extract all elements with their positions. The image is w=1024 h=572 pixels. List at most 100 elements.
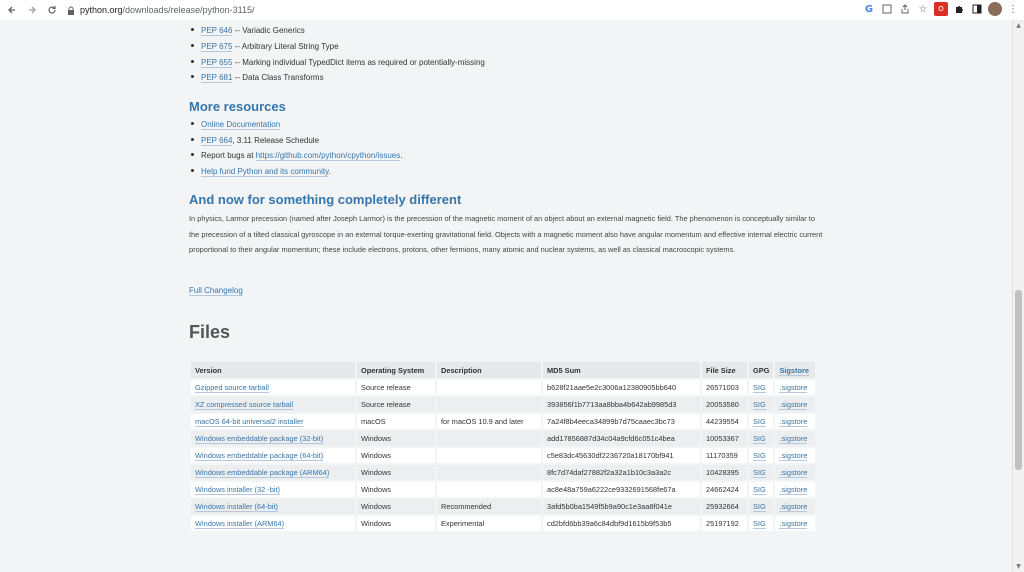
version-cell[interactable]: Gzipped source tarball (191, 380, 355, 395)
gpg-cell[interactable]: SIG (749, 516, 774, 531)
sig-link[interactable]: SIG (753, 434, 766, 444)
sig-link[interactable]: SIG (753, 417, 766, 427)
lock-icon[interactable] (66, 5, 76, 15)
version-link[interactable]: XZ compressed source tarball (195, 400, 294, 410)
version-link[interactable]: Gzipped source tarball (195, 383, 269, 393)
md5-cell: add17856887d34c04a9cfd6c051c4bea (547, 434, 675, 443)
version-link[interactable]: Windows installer (ARM64) (195, 519, 285, 529)
sigstore-link[interactable]: .sigstore (779, 434, 808, 444)
sigstore-cell[interactable]: .sigstore (775, 482, 816, 497)
sigstore-link[interactable]: .sigstore (779, 417, 808, 427)
menu-dots-icon[interactable]: ⋮ (1006, 2, 1020, 16)
version-cell[interactable]: Windows installer (ARM64) (191, 516, 355, 531)
profile-avatar[interactable] (988, 2, 1002, 16)
md5-cell: 8fc7d74daf27882f2a32a1b10c3a3a2c (543, 465, 700, 480)
pep-675-link[interactable]: PEP 675 (201, 42, 233, 52)
description-cell (437, 431, 541, 446)
gpg-cell[interactable]: SIG (749, 431, 774, 446)
github-issues-link[interactable]: https://github.com/python/cpython/issues (255, 151, 401, 161)
md5-cell: ac8e48a759a6222ce9332691568fe67a (543, 482, 700, 497)
sig-link[interactable]: SIG (753, 383, 766, 393)
list-item: PEP 655 -- Marking individual TypedDict … (191, 58, 485, 68)
pep-681-link[interactable]: PEP 681 (201, 73, 233, 83)
sigstore-cell[interactable]: .sigstore (775, 397, 816, 412)
sigstore-link[interactable]: .sigstore (779, 400, 808, 410)
size-cell: 10053367 (702, 431, 747, 446)
puzzle-icon[interactable] (952, 2, 966, 16)
scroll-down-icon[interactable]: ▼ (1015, 563, 1022, 570)
sigstore-cell[interactable]: .sigstore (775, 516, 816, 531)
gpg-cell[interactable]: SIG (749, 380, 774, 395)
sig-link[interactable]: SIG (753, 502, 766, 512)
share-icon[interactable] (898, 2, 912, 16)
sig-link[interactable]: SIG (753, 485, 766, 495)
pep-664-link[interactable]: PEP 664 (201, 136, 233, 146)
version-link[interactable]: Windows embeddable package (ARM64) (195, 468, 330, 478)
star-icon[interactable]: ☆ (916, 2, 930, 16)
description-cell: Recommended (441, 502, 492, 511)
side-panel-icon[interactable] (970, 2, 984, 16)
gpg-cell[interactable]: SIG (749, 414, 774, 429)
full-changelog-link[interactable]: Full Changelog (189, 286, 243, 296)
gpg-cell[interactable]: SIG (749, 448, 774, 463)
forward-arrow-icon[interactable] (24, 2, 40, 18)
sig-link[interactable]: SIG (753, 451, 766, 461)
version-cell[interactable]: Windows embeddable package (ARM64) (191, 465, 355, 480)
scrollbar-thumb[interactable] (1015, 290, 1022, 470)
version-cell[interactable]: Windows installer (32 -bit) (191, 482, 355, 497)
list-item: PEP 664, 3.11 Release Schedule (191, 136, 320, 146)
reload-icon[interactable] (44, 2, 60, 18)
version-cell[interactable]: Windows installer (64-bit) (191, 499, 355, 514)
pep-664-text: , 3.11 Release Schedule (232, 136, 320, 145)
version-link[interactable]: macOS 64-bit universal2 installer (195, 417, 304, 427)
sigstore-link[interactable]: .sigstore (779, 502, 808, 512)
description-cell: Recommended (437, 499, 541, 514)
translate-icon[interactable] (880, 2, 894, 16)
version-cell[interactable]: XZ compressed source tarball (191, 397, 355, 412)
sigstore-cell[interactable]: .sigstore (775, 448, 816, 463)
version-link[interactable]: Windows installer (64-bit) (195, 502, 278, 512)
table-row: Windows embeddable package (ARM64) Window… (191, 465, 816, 480)
address-bar[interactable]: python.org/downloads/release/python-3115… (80, 5, 254, 15)
sigstore-cell[interactable]: .sigstore (775, 414, 816, 429)
sigstore-cell[interactable]: .sigstore (775, 431, 816, 446)
version-cell[interactable]: Windows embeddable package (64-bit) (191, 448, 355, 463)
google-icon[interactable]: G (862, 2, 876, 16)
sigstore-cell[interactable]: .sigstore (775, 465, 816, 480)
sigstore-cell[interactable]: .sigstore (775, 380, 816, 395)
sig-link[interactable]: SIG (753, 400, 766, 410)
sigstore-link[interactable]: .sigstore (779, 383, 808, 393)
version-link[interactable]: Windows installer (32 -bit) (195, 485, 281, 495)
md5-cell: 3afd5b0ba1549f5b9a90c1e3aa8f041e (547, 502, 672, 511)
sigstore-link[interactable]: .sigstore (779, 468, 808, 478)
gpg-cell[interactable]: SIG (749, 482, 774, 497)
size-cell: 24662424 (706, 485, 739, 494)
sigstore-header-link[interactable]: Sigstore (779, 365, 810, 376)
table-row: XZ compressed source tarball Source relea… (191, 397, 816, 412)
vertical-scrollbar[interactable]: ▲ ▼ (1012, 20, 1024, 572)
sig-link[interactable]: SIG (753, 519, 766, 529)
sigstore-link[interactable]: .sigstore (779, 485, 808, 495)
gpg-cell[interactable]: SIG (749, 397, 774, 412)
version-cell[interactable]: macOS 64-bit universal2 installer (191, 414, 355, 429)
back-arrow-icon[interactable] (4, 2, 20, 18)
sigstore-cell[interactable]: .sigstore (775, 499, 816, 514)
md5-cell: b628f21aae5e2c3006a12380905bb640 (543, 380, 700, 395)
version-link[interactable]: Windows embeddable package (64-bit) (195, 451, 324, 461)
extension-badge-icon[interactable]: O (934, 2, 948, 16)
gpg-cell[interactable]: SIG (749, 499, 774, 514)
online-documentation-link[interactable]: Online Documentation (201, 120, 281, 130)
size-cell: 44239554 (702, 414, 747, 429)
help-fund-link[interactable]: Help fund Python and its community (201, 167, 329, 177)
pep-655-link[interactable]: PEP 655 (201, 58, 233, 68)
sigstore-link[interactable]: .sigstore (779, 451, 808, 461)
pep-646-link[interactable]: PEP 646 (201, 26, 233, 36)
browser-toolbar: python.org/downloads/release/python-3115… (0, 0, 1024, 21)
gpg-cell[interactable]: SIG (749, 465, 774, 480)
sig-link[interactable]: SIG (753, 468, 766, 478)
scroll-up-icon[interactable]: ▲ (1015, 22, 1022, 29)
sigstore-link[interactable]: .sigstore (779, 519, 808, 529)
version-link[interactable]: Windows embeddable package (32-bit) (195, 434, 324, 444)
version-cell[interactable]: Windows embeddable package (32-bit) (191, 431, 355, 446)
bullet (191, 28, 194, 32)
